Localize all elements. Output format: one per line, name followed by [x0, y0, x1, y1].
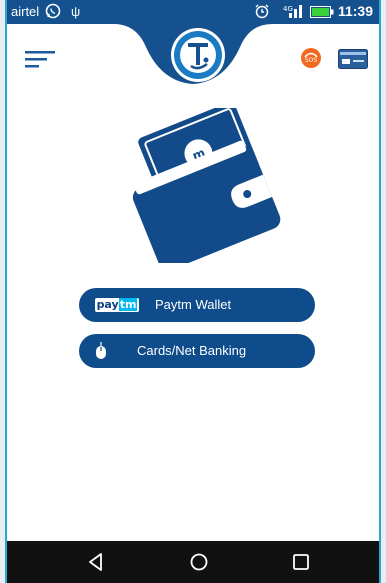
battery-icon — [310, 6, 334, 18]
sos-icon[interactable]: SOS — [300, 47, 322, 69]
alarm-icon — [255, 4, 269, 19]
home-icon[interactable] — [188, 551, 210, 573]
phone-screen: airtel ψ 4G 11:39 SOS m paytm Paytm Wall… — [5, 0, 381, 583]
clock-time: 11:39 — [337, 3, 373, 19]
back-icon[interactable] — [85, 551, 107, 573]
card-icon[interactable] — [338, 49, 368, 69]
cards-net-banking-button[interactable]: Cards/Net Banking — [79, 334, 315, 368]
wallet-icon: m — [132, 108, 281, 263]
paytm-wallet-label: Paytm Wallet — [155, 297, 232, 312]
cards-net-banking-label: Cards/Net Banking — [137, 343, 247, 358]
sos-label: SOS — [305, 57, 318, 64]
svg-text:4G: 4G — [283, 5, 293, 13]
paytm-logo-icon: paytm — [95, 298, 139, 312]
recent-apps-icon[interactable] — [290, 551, 312, 573]
carrier-name: airtel — [11, 4, 40, 19]
app-logo — [171, 28, 225, 82]
usb-icon: ψ — [71, 4, 81, 19]
hamburger-menu-icon[interactable] — [25, 49, 57, 69]
navigation-bar — [7, 541, 379, 583]
mouse-icon — [96, 342, 106, 359]
signal-icon: 4G — [283, 5, 302, 18]
whatsapp-icon — [45, 3, 61, 19]
paytm-wallet-button[interactable]: paytm Paytm Wallet — [79, 288, 315, 322]
status-bar: airtel ψ 4G 11:39 — [7, 0, 379, 24]
